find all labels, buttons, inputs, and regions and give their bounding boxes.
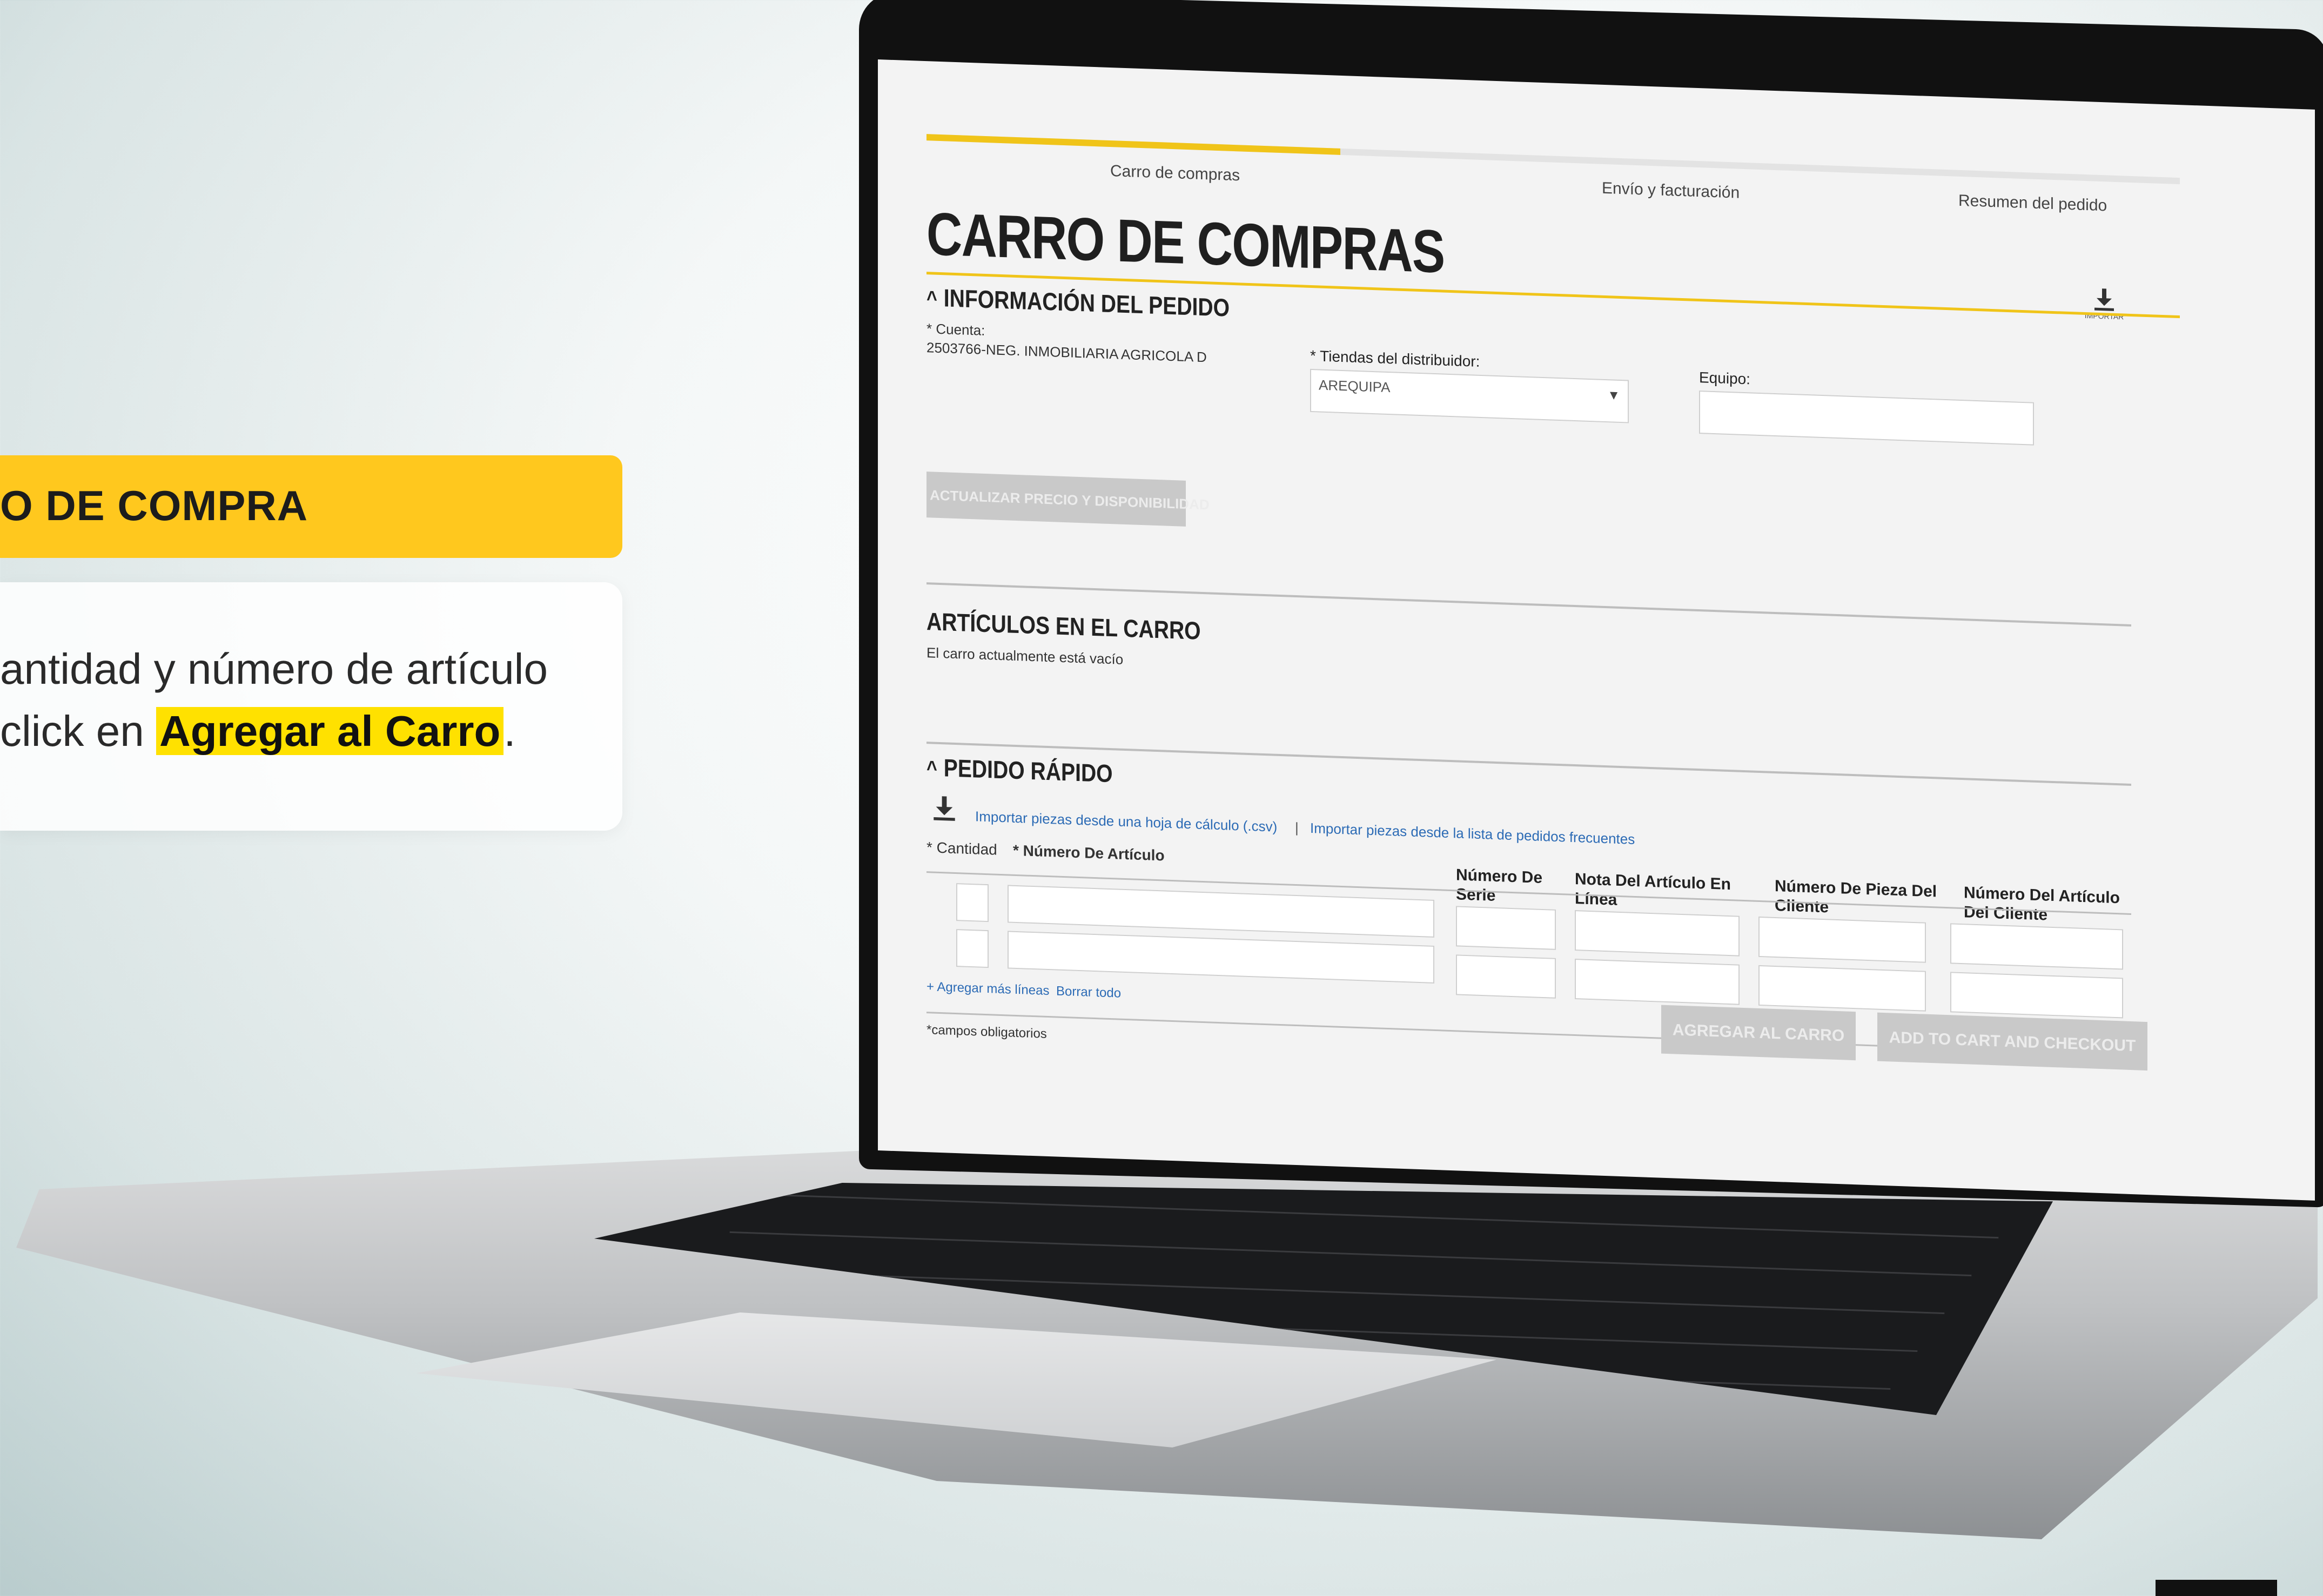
quick-order-toggle[interactable]: ^ PEDIDO RÁPIDO <box>926 752 1113 788</box>
quick-order-title: PEDIDO RÁPIDO <box>943 753 1113 788</box>
serial-header: Número De Serie <box>1456 866 1543 905</box>
chevron-down-icon: ▼ <box>1607 388 1620 403</box>
instruction-line-2: click en Agregar al Carro. <box>0 706 516 756</box>
step-title: O DE COMPRA <box>0 482 308 529</box>
serial-input[interactable] <box>1456 906 1556 950</box>
update-price-button[interactable]: ACTUALIZAR PRECIO Y DISPONIBILIDAD <box>926 472 1210 527</box>
customer-item-input[interactable] <box>1950 972 2123 1019</box>
quantity-input[interactable] <box>956 883 989 922</box>
cart-empty-text: El carro actualmente está vacío <box>926 644 1124 668</box>
add-lines-link[interactable]: + Agregar más líneas <box>926 979 1049 999</box>
customer-part-header: Número De Pieza Del Cliente <box>1775 877 1937 917</box>
item-number-input[interactable] <box>1008 885 1434 938</box>
required-note: *campos obligatorios <box>926 1022 1047 1041</box>
instruction-line-1: antidad y número de artículo <box>0 645 548 693</box>
corner-block <box>2156 1580 2277 1596</box>
account-label: * Cuenta: <box>926 320 985 339</box>
checkout-progress-fill <box>926 134 1340 155</box>
team-input[interactable] <box>1699 390 2034 446</box>
download-icon <box>2094 288 2114 311</box>
chevron-up-icon: ^ <box>926 757 937 781</box>
step-shipping[interactable]: Envío y facturación <box>1602 179 1740 203</box>
item-number-input[interactable] <box>1008 931 1434 984</box>
instruction-highlight: Agregar al Carro <box>156 707 504 755</box>
item-number-label: * Número De Artículo <box>1013 841 1165 864</box>
import-download-icon[interactable] <box>932 796 957 821</box>
laptop-screen: Carro de compras Envío y facturación Res… <box>878 59 2315 1201</box>
serial-input[interactable] <box>1456 954 1556 999</box>
step-title-bar: O DE COMPRA <box>0 455 622 558</box>
page-title: CARRO DE COMPRAS <box>926 200 1445 286</box>
quantity-label: * Cantidad <box>926 839 997 858</box>
instruction-suffix: . <box>503 707 516 755</box>
chevron-up-icon: ^ <box>926 287 937 311</box>
line-note-input[interactable] <box>1575 910 1740 957</box>
clear-all-link[interactable]: Borrar todo <box>1056 984 1121 1001</box>
order-info-toggle[interactable]: ^ INFORMACIÓN DEL PEDIDO <box>926 282 1230 322</box>
customer-item-input[interactable] <box>1950 923 2123 970</box>
import-frequent-link[interactable]: Importar piezas desde la lista de pedido… <box>1310 820 1635 848</box>
stores-label: * Tiendas del distribuidor: <box>1310 347 1480 370</box>
export-button[interactable]: IMPORTAR <box>2074 287 2134 327</box>
quantity-input[interactable] <box>956 929 989 968</box>
link-separator: | <box>1295 819 1299 836</box>
step-summary[interactable]: Resumen del pedido <box>1958 192 2107 216</box>
add-to-cart-button[interactable]: AGREGAR AL CARRO <box>1661 1005 1856 1061</box>
customer-item-header: Número Del Artículo Del Cliente <box>1964 884 2120 924</box>
instruction-prefix: click en <box>0 707 144 755</box>
line-note-input[interactable] <box>1575 959 1740 1005</box>
instruction-card: antidad y número de artículo click en Ag… <box>0 582 622 831</box>
order-info-title: INFORMACIÓN DEL PEDIDO <box>943 284 1230 322</box>
team-label: Equipo: <box>1699 369 1750 388</box>
customer-part-input[interactable] <box>1758 916 1926 963</box>
stores-selected: AREQUIPA <box>1319 376 1391 396</box>
customer-part-input[interactable] <box>1758 965 1926 1012</box>
account-value: 2503766-NEG. INMOBILIARIA AGRICOLA D <box>926 339 1207 366</box>
stores-select[interactable]: AREQUIPA ▼ <box>1310 368 1629 423</box>
import-csv-link[interactable]: Importar piezas desde una hoja de cálcul… <box>975 808 1277 836</box>
add-to-cart-checkout-button[interactable]: ADD TO CART AND CHECKOUT <box>1877 1012 2147 1071</box>
step-cart[interactable]: Carro de compras <box>1110 162 1240 185</box>
line-note-header: Nota Del Artículo En Línea <box>1575 870 1731 909</box>
cart-items-title: ARTÍCULOS EN EL CARRO <box>926 607 1201 645</box>
